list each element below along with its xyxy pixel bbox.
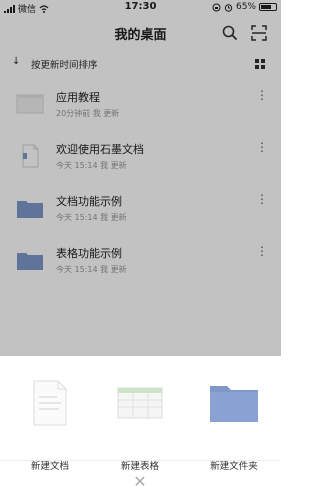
new-document-icon bbox=[33, 380, 67, 426]
close-icon[interactable]: ✕ bbox=[130, 472, 150, 492]
new-spreadsheet-button[interactable]: 新建表格 bbox=[100, 380, 180, 472]
modal-overlay[interactable] bbox=[0, 0, 281, 356]
new-document-button[interactable]: 新建文档 bbox=[10, 380, 90, 472]
new-spreadsheet-icon bbox=[117, 387, 163, 419]
new-folder-button[interactable]: 新建文件夹 bbox=[194, 380, 274, 472]
new-folder-icon bbox=[210, 386, 258, 422]
sheet-divider bbox=[0, 460, 281, 461]
